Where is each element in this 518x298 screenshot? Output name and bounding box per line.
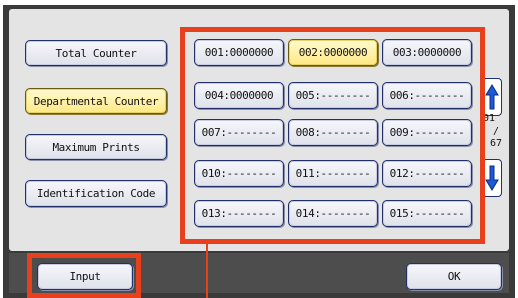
ok-button[interactable]: OK — [406, 263, 502, 290]
counter-button-003[interactable]: 003:0000000 — [382, 39, 472, 66]
counter-button-007[interactable]: 007:-------- — [194, 119, 284, 146]
counter-button-010[interactable]: 010:-------- — [194, 160, 284, 187]
page-total: 67 — [490, 138, 503, 149]
arrow-up-icon — [485, 84, 499, 110]
total-counter-button[interactable]: Total Counter — [25, 40, 167, 66]
identification-code-button[interactable]: Identification Code — [25, 180, 167, 207]
page-separator: / — [493, 126, 500, 137]
page-indicator: 01 / 67 — [482, 113, 508, 159]
counter-button-004[interactable]: 004:0000000 — [194, 82, 284, 109]
screen: Total Counter Departmental Counter Maxim… — [0, 0, 518, 298]
departmental-counter-button[interactable]: Departmental Counter — [25, 88, 167, 114]
counter-button-011[interactable]: 011:-------- — [288, 160, 378, 187]
page-up-button[interactable] — [482, 78, 502, 116]
counter-button-013[interactable]: 013:-------- — [194, 200, 284, 227]
counter-button-006[interactable]: 006:-------- — [382, 82, 472, 109]
arrow-down-icon — [485, 165, 499, 191]
maximum-prints-button[interactable]: Maximum Prints — [25, 134, 167, 160]
counter-button-014[interactable]: 014:-------- — [288, 200, 378, 227]
counter-button-009[interactable]: 009:-------- — [382, 119, 472, 146]
page-down-button[interactable] — [482, 159, 502, 197]
counter-button-012[interactable]: 012:-------- — [382, 160, 472, 187]
counter-button-001[interactable]: 001:0000000 — [194, 39, 284, 66]
counter-button-015[interactable]: 015:-------- — [382, 200, 472, 227]
page-current: 01 — [483, 113, 496, 124]
input-button[interactable]: Input — [37, 263, 133, 290]
counter-button-002[interactable]: 002:0000000 — [288, 39, 378, 66]
counter-button-008[interactable]: 008:-------- — [288, 119, 378, 146]
counter-button-005[interactable]: 005:-------- — [288, 82, 378, 109]
highlight-connector-line — [206, 244, 208, 298]
